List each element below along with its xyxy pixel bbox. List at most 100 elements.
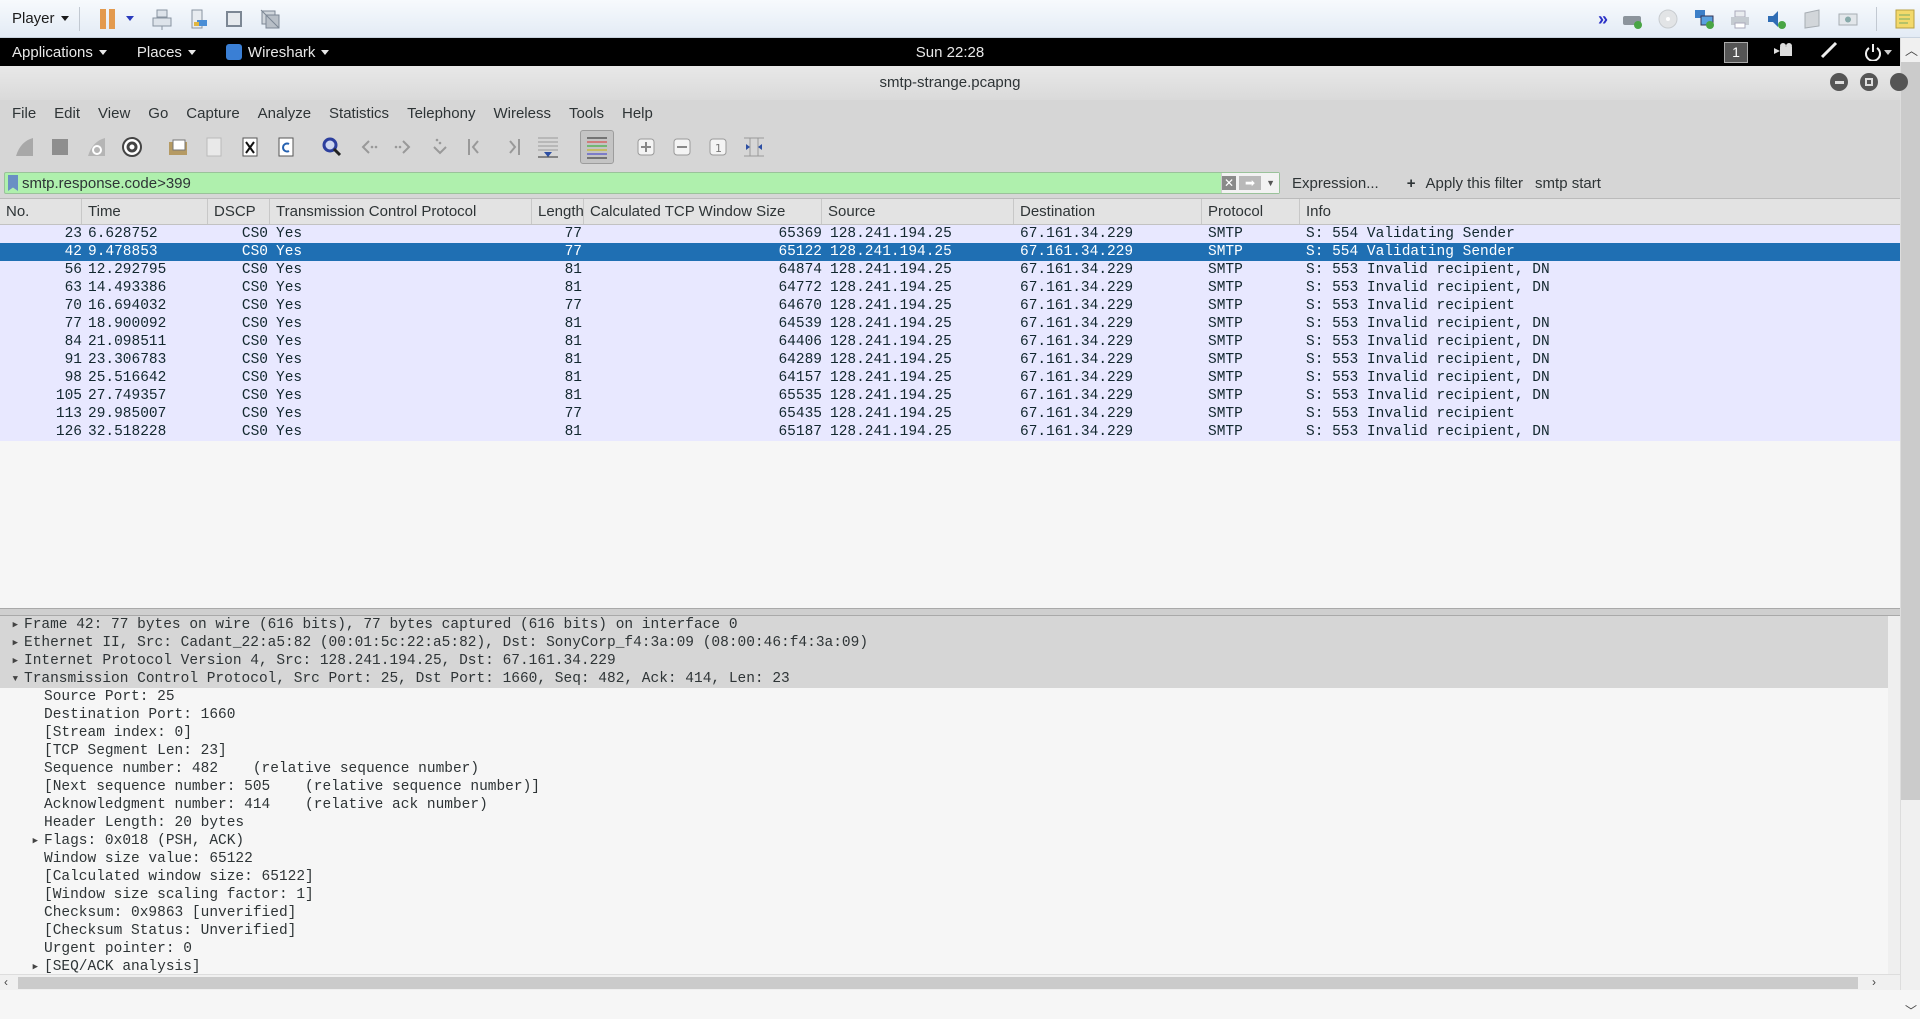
sound-icon[interactable] [1765,8,1787,30]
tree-item[interactable]: ▶ Ethernet II, Src: Cadant_22:a5:82 (00:0… [0,634,1900,652]
table-row[interactable]: 77 18.900092 CS0 Yes 81 64539 128.241.194.25 67… [0,315,1900,333]
vm-vertical-scrollbar[interactable]: ︿ ﹀ [1900,38,1920,1018]
column-header-protocol[interactable]: Protocol [1202,199,1300,224]
menu-help[interactable]: Help [622,105,653,122]
column-header-tcp[interactable]: Transmission Control Protocol [270,199,532,224]
tree-item[interactable]: ▶ Frame 42: 77 bytes on wire (616 bits), … [0,616,1900,634]
column-header-length[interactable]: Length [532,199,584,224]
menu-file[interactable]: File [12,105,36,122]
add-filter-button-icon[interactable]: + [1407,175,1416,192]
power-icon[interactable] [1864,43,1892,61]
floppy-icon[interactable] [1801,8,1823,30]
clock[interactable]: Sun 22:28 [916,44,984,61]
expanded-arrow-icon[interactable]: ▼ [0,670,24,688]
cd-icon[interactable] [1657,8,1679,30]
removable-devices-icon[interactable] [187,8,209,30]
tree-field[interactable]: [Calculated window size: 65122] [0,868,1900,886]
details-horizontal-scrollbar[interactable]: ‹ › [0,974,1900,990]
tree-field[interactable]: Checksum: 0x9863 [unverified] [0,904,1900,922]
menu-analyze[interactable]: Analyze [258,105,311,122]
pen-icon[interactable] [1820,41,1838,63]
pause-dropdown-icon[interactable] [125,16,134,21]
go-last-button[interactable] [498,133,526,161]
table-row[interactable]: 84 21.098511 CS0 Yes 81 64406 128.241.194.25 67… [0,333,1900,351]
tree-field[interactable]: [Next sequence number: 505 (relative seq… [0,778,1900,796]
zoom-in-button[interactable] [632,133,660,161]
autoscroll-button[interactable] [534,133,562,161]
open-file-button[interactable] [164,133,192,161]
tree-field[interactable]: [Checksum Status: Unverified] [0,922,1900,940]
maximize-button[interactable] [1860,73,1878,91]
player-menu[interactable]: Player [12,10,69,27]
table-row[interactable]: 113 29.985007 CS0 Yes 77 65435 128.241.194.25 6… [0,405,1900,423]
menu-view[interactable]: View [98,105,130,122]
menu-telephony[interactable]: Telephony [407,105,475,122]
go-back-button[interactable] [354,133,382,161]
scroll-down-icon[interactable]: ﹀ [1905,1002,1917,1019]
close-file-button[interactable] [236,133,264,161]
table-row[interactable]: 56 12.292795 CS0 Yes 81 64874 128.241.194.25 67… [0,261,1900,279]
apply-this-filter-button[interactable]: Apply this filter [1425,175,1523,192]
restart-capture-button[interactable] [82,133,110,161]
filter-button-smtp-start[interactable]: smtp start [1535,175,1601,192]
collapsed-arrow-icon[interactable]: ▶ [0,832,44,850]
column-header-info[interactable]: Info [1300,199,1900,224]
notes-icon[interactable] [1894,8,1916,30]
tree-field[interactable]: Source Port: 25 [0,688,1900,706]
table-row[interactable]: 23 6.628752 CS0 Yes 77 65369 128.241.194.25 67.… [0,225,1900,243]
display-filter-input[interactable] [22,174,1222,192]
close-button[interactable] [1890,73,1908,91]
tree-field[interactable]: [TCP Segment Len: 23] [0,742,1900,760]
tree-field[interactable]: Sequence number: 482 (relative sequence … [0,760,1900,778]
tree-item[interactable]: ▼ Transmission Control Protocol, Src Port… [0,670,1900,688]
tree-field[interactable]: [Stream index: 0] [0,724,1900,742]
filter-history-dropdown-icon[interactable]: ▼ [1266,178,1275,188]
menu-capture[interactable]: Capture [186,105,239,122]
pause-icon[interactable] [97,8,119,30]
column-header-window-size[interactable]: Calculated TCP Window Size [584,199,822,224]
resize-columns-button[interactable] [740,133,768,161]
tree-field[interactable]: ▶ Flags: 0x018 (PSH, ACK) [0,832,1900,850]
scroll-right-icon[interactable]: › [1872,975,1876,989]
table-row[interactable]: 70 16.694032 CS0 Yes 77 64670 128.241.194.25 67… [0,297,1900,315]
pane-splitter[interactable] [0,608,1900,616]
table-row[interactable]: 126 32.518228 CS0 Yes 81 65187 128.241.194.25 6… [0,423,1900,441]
collapsed-arrow-icon[interactable]: ▶ [0,634,24,652]
apply-filter-arrow-icon[interactable]: ➡ [1239,176,1262,190]
table-row[interactable]: 91 23.306783 CS0 Yes 81 64289 128.241.194.25 67… [0,351,1900,369]
hard-disk-icon[interactable] [1621,8,1643,30]
menu-wireless[interactable]: Wireless [493,105,551,122]
camera-icon[interactable] [1837,8,1859,30]
column-header-no[interactable]: No. [0,199,82,224]
table-row[interactable]: 63 14.493386 CS0 Yes 81 64772 128.241.194.25 67… [0,279,1900,297]
start-capture-button[interactable] [10,133,38,161]
scrollbar-thumb[interactable] [18,977,1858,989]
details-vertical-scrollbar[interactable] [1888,616,1900,974]
column-header-dscp[interactable]: DSCP [208,199,270,224]
tree-field[interactable]: Acknowledgment number: 414 (relative ack… [0,796,1900,814]
menu-edit[interactable]: Edit [54,105,80,122]
column-header-source[interactable]: Source [822,199,1014,224]
reload-file-button[interactable] [272,133,300,161]
window-titlebar[interactable]: smtp-strange.pcapng [0,66,1908,100]
tree-field[interactable]: [Window size scaling factor: 1] [0,886,1900,904]
colorize-button[interactable] [580,130,614,164]
go-to-packet-button[interactable] [426,133,454,161]
table-row[interactable]: 105 27.749357 CS0 Yes 81 65535 128.241.194.25 6… [0,387,1900,405]
expression-button[interactable]: Expression... [1292,175,1379,192]
places-menu[interactable]: Places [137,44,196,61]
tree-field[interactable]: Destination Port: 1660 [0,706,1900,724]
table-row-selected[interactable]: 42 9.478853 CS0 Yes 77 65122 128.241.194.25 67.… [0,243,1900,261]
send-ctrl-alt-del-icon[interactable] [151,8,173,30]
column-header-destination[interactable]: Destination [1014,199,1202,224]
find-packet-button[interactable] [318,133,346,161]
collapsed-arrow-icon[interactable]: ▶ [0,652,24,670]
printer-icon[interactable] [1729,8,1751,30]
minimize-button[interactable] [1830,73,1848,91]
fullscreen-icon[interactable] [223,8,245,30]
column-header-time[interactable]: Time [82,199,208,224]
tree-field[interactable]: Urgent pointer: 0 [0,940,1900,958]
tree-field[interactable]: Window size value: 65122 [0,850,1900,868]
more-chevron-icon[interactable]: » [1598,9,1608,30]
unity-icon[interactable] [259,8,281,30]
